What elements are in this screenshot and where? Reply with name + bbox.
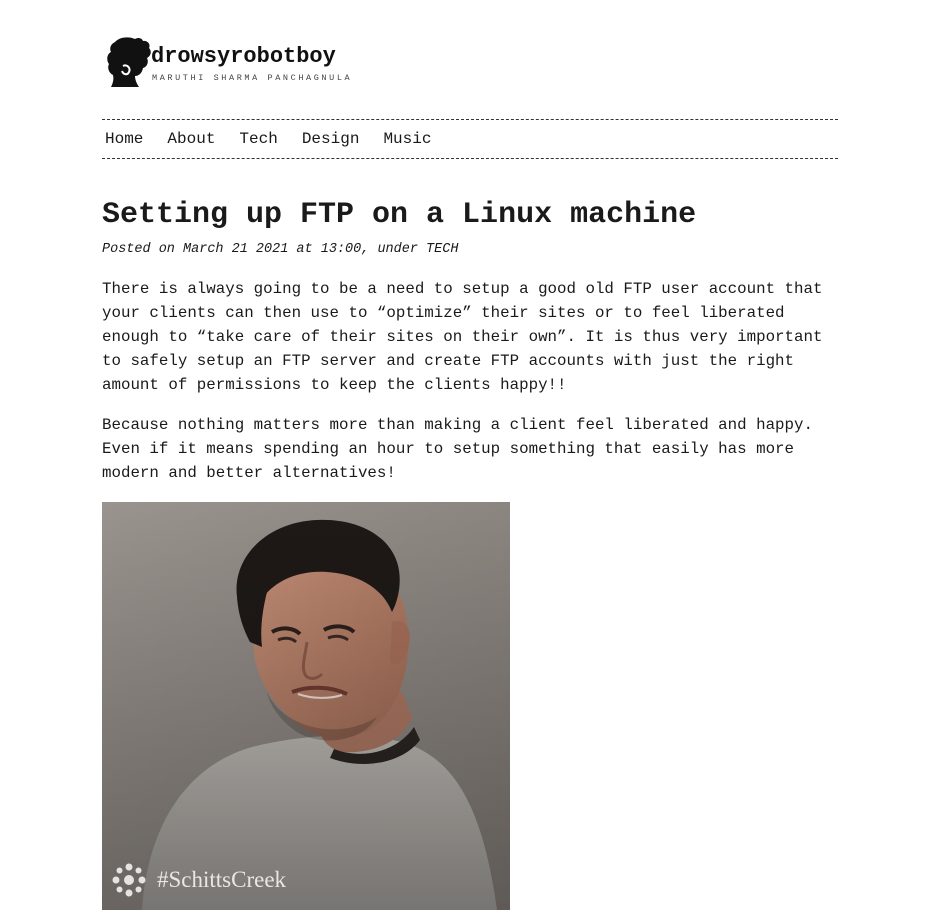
cbc-gem-icon [112,863,146,897]
site-title[interactable]: drowsyrobotboy [151,46,336,68]
main-nav: Home About Tech Design Music [102,119,838,159]
person-photo [102,502,510,910]
nav-item-tech[interactable]: Tech [239,131,277,147]
image-caption: #SchittsCreek [157,867,287,892]
post-paragraph: Because nothing matters more than making… [102,416,813,482]
site-subtitle: MARUTHI SHARMA PANCHAGNULA [152,73,353,83]
site-header[interactable]: drowsyrobotboy MARUTHI SHARMA PANCHAGNUL… [102,34,502,90]
post-body: There is always going to be a need to se… [102,277,838,501]
post-title: Setting up FTP on a Linux machine [102,198,697,232]
nav-item-music[interactable]: Music [383,131,431,147]
nav-item-design[interactable]: Design [302,131,360,147]
post-gif-image: #SchittsCreek [102,502,510,910]
nav-item-about[interactable]: About [167,131,215,147]
silhouette-logo-icon [107,37,151,87]
post-meta: Posted on March 21 2021 at 13:00, under … [102,242,459,257]
nav-item-home[interactable]: Home [105,131,143,147]
post-paragraph: There is always going to be a need to se… [102,280,823,394]
